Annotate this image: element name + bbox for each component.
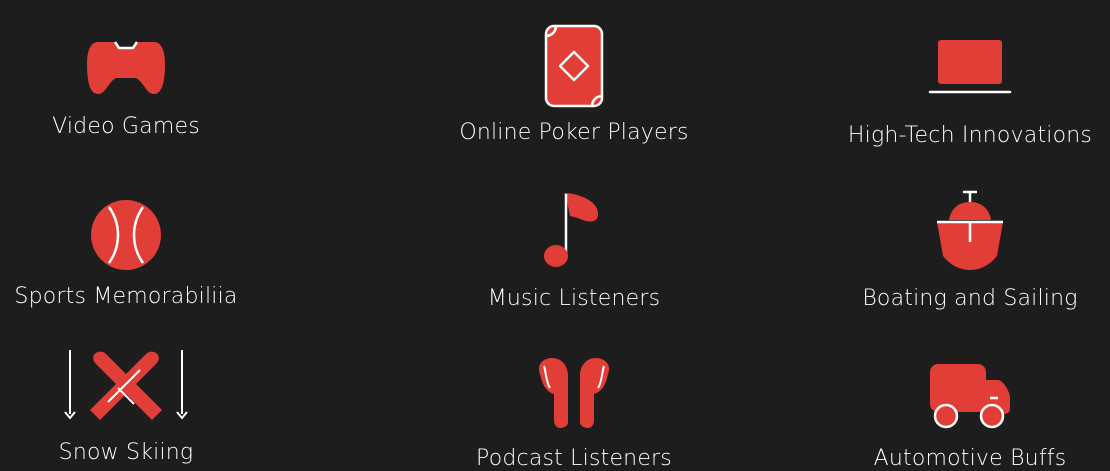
interest-label: Boating and Sailing — [862, 286, 1078, 311]
interest-label: High-Tech Innovations — [847, 123, 1093, 148]
boat-icon — [937, 190, 1003, 270]
interest-label: Video Games — [52, 114, 200, 139]
skis-icon — [64, 350, 188, 420]
laptop-icon — [928, 40, 1012, 94]
interest-label: Snow Skiing — [58, 440, 194, 465]
interest-label: Online Poker Players — [459, 120, 689, 145]
interest-label: Podcast Listeners — [476, 446, 672, 471]
interest-label: Music Listeners — [487, 286, 661, 311]
game-controller-icon — [87, 41, 165, 94]
interest-label: Sports Memorabiliia — [14, 284, 238, 309]
interest-label: Automotive Buffs — [873, 446, 1067, 471]
truck-icon — [930, 364, 1010, 429]
playing-card-icon — [544, 24, 604, 108]
baseball-icon — [91, 200, 161, 270]
earbuds-icon — [538, 358, 610, 428]
music-note-icon — [544, 193, 599, 267]
